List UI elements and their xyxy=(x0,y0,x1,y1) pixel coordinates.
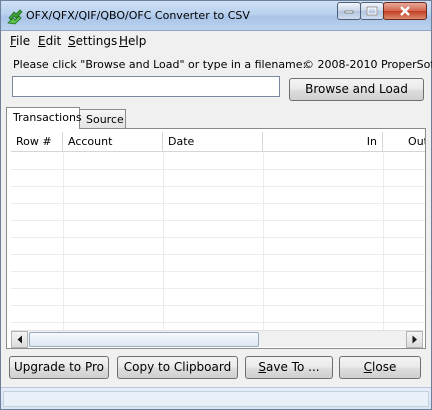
grid-empty-row xyxy=(11,289,425,306)
menu-edit[interactable]: Edit xyxy=(38,32,61,51)
grid-empty-row xyxy=(11,272,425,289)
grid-column-divider xyxy=(63,153,64,330)
grid-empty-row xyxy=(11,255,425,272)
column-header-account[interactable]: Account xyxy=(63,132,163,151)
grid-empty-row xyxy=(11,153,425,170)
upgrade-to-pro-button[interactable]: Upgrade to Pro xyxy=(9,356,109,379)
grid-empty-row xyxy=(11,306,425,323)
filename-prompt-label: Please click "Browse and Load" or type i… xyxy=(13,58,307,71)
grid-empty-row xyxy=(11,221,425,238)
title-bar[interactable]: OFX/QFX/QIF/QBO/OFC Converter to CSV xyxy=(1,1,431,31)
minimize-icon xyxy=(344,10,354,14)
browse-and-load-button[interactable]: Browse and Load xyxy=(289,78,424,101)
grid-column-divider xyxy=(263,153,264,330)
grid-column-divider xyxy=(383,153,384,330)
tab-transactions[interactable]: Transactions xyxy=(6,107,82,129)
maximize-button[interactable] xyxy=(360,2,384,20)
maximize-icon xyxy=(366,6,378,16)
app-icon xyxy=(7,9,23,25)
close-button[interactable]: Close xyxy=(339,356,421,379)
scroll-left-button[interactable] xyxy=(11,331,28,348)
grid-header: Row # Account Date In Out xyxy=(11,132,425,152)
grid-body[interactable] xyxy=(11,153,425,330)
grid-column-divider xyxy=(163,153,164,330)
filename-input[interactable] xyxy=(12,76,280,97)
grid-empty-row xyxy=(11,187,425,204)
menu-settings[interactable]: Settings xyxy=(68,32,117,51)
app-window: OFX/QFX/QIF/QBO/OFC Converter to CSV Fil… xyxy=(0,0,432,410)
close-icon xyxy=(400,6,410,16)
menu-help[interactable]: Help xyxy=(119,32,146,51)
column-header-out[interactable]: Out xyxy=(383,132,425,151)
close-window-button[interactable] xyxy=(383,2,427,20)
column-header-in[interactable]: In xyxy=(263,132,383,151)
horizontal-scrollbar[interactable] xyxy=(11,330,423,348)
tab-source[interactable]: Source xyxy=(79,109,126,129)
menu-bar: File Edit Settings Help xyxy=(1,32,431,51)
status-bar xyxy=(1,387,431,409)
transactions-grid: Row # Account Date In Out xyxy=(6,128,426,349)
copy-to-clipboard-button[interactable]: Copy to Clipboard xyxy=(117,356,238,379)
column-header-row-number[interactable]: Row # xyxy=(11,132,63,151)
arrow-left-icon xyxy=(17,335,22,344)
grid-empty-row xyxy=(11,170,425,187)
scroll-right-button[interactable] xyxy=(406,331,423,348)
scrollbar-thumb[interactable] xyxy=(29,332,259,347)
menu-file[interactable]: File xyxy=(10,32,30,51)
minimize-button[interactable] xyxy=(337,2,361,20)
save-to-button[interactable]: Save To ... xyxy=(245,356,333,379)
grid-empty-row xyxy=(11,238,425,255)
copyright-text: © 2008-2010 ProperSoft xyxy=(303,58,432,71)
grid-empty-row xyxy=(11,204,425,221)
arrow-right-icon xyxy=(412,335,417,344)
column-header-date[interactable]: Date xyxy=(163,132,263,151)
status-panel xyxy=(3,391,429,407)
window-title: OFX/QFX/QIF/QBO/OFC Converter to CSV xyxy=(26,9,250,22)
